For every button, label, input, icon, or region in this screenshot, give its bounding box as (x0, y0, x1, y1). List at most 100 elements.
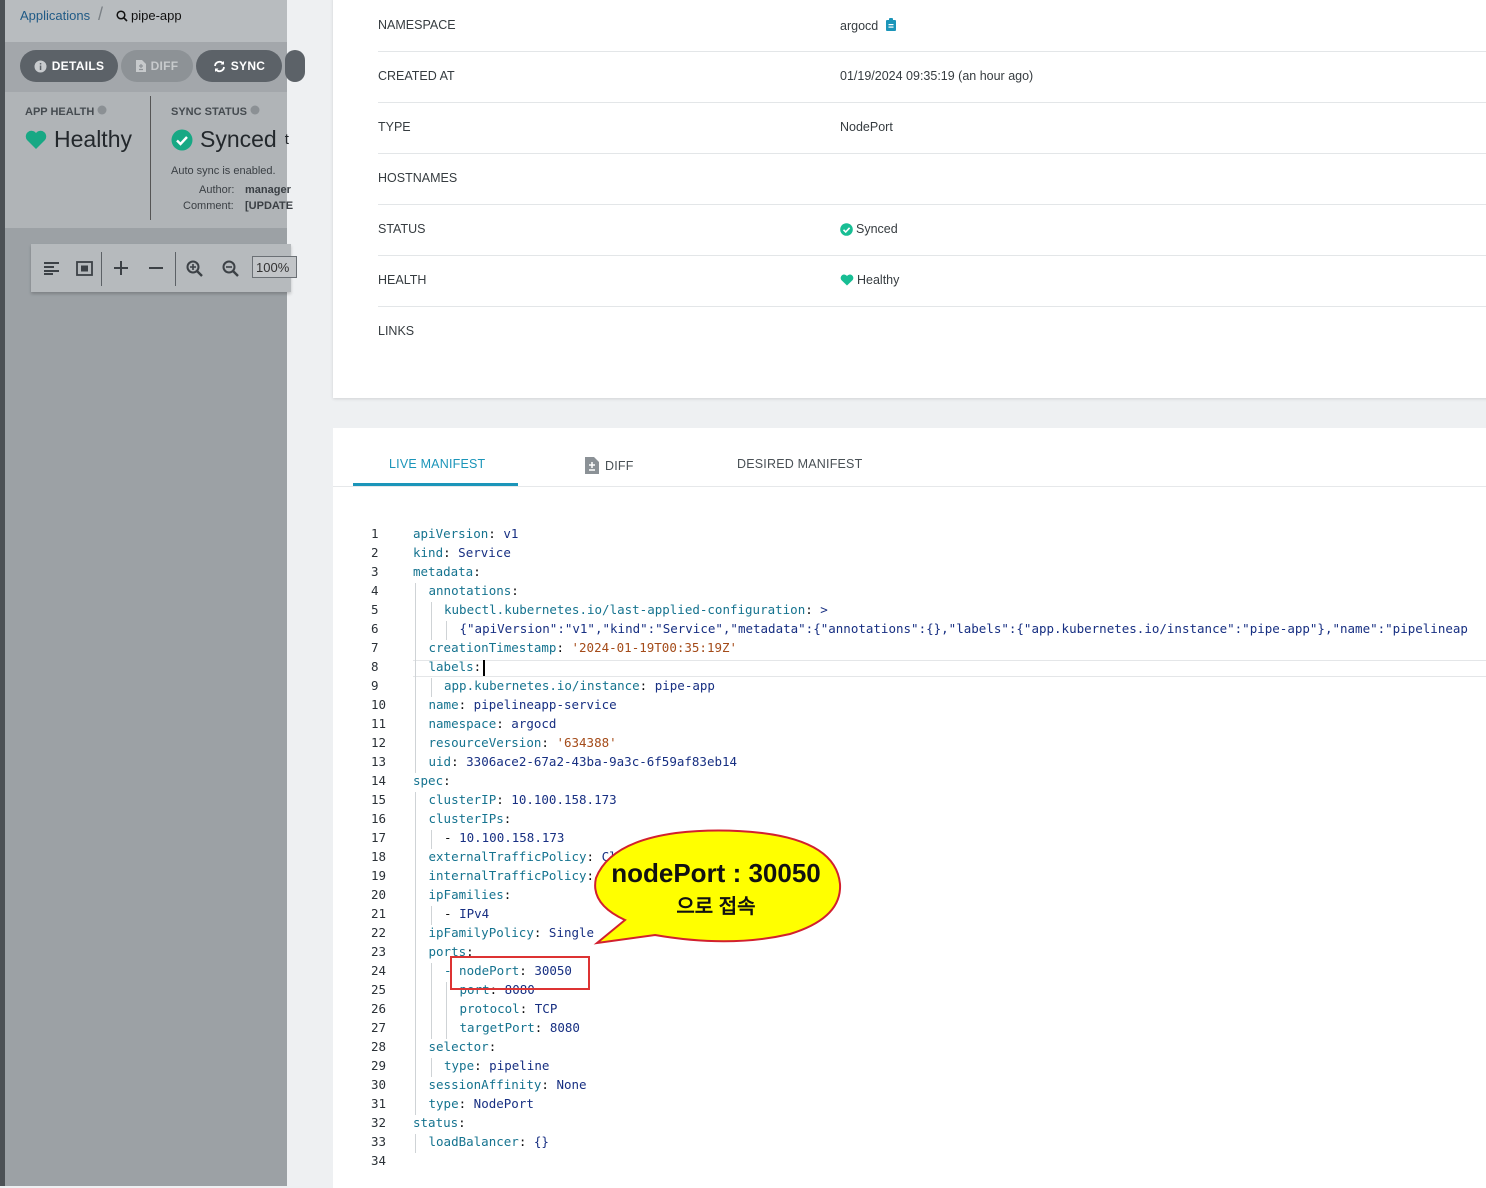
indent-guide (415, 1077, 416, 1096)
tab-live-manifest[interactable]: LIVE MANIFEST (389, 457, 485, 471)
minus-icon[interactable] (146, 258, 166, 278)
info-icon (34, 60, 47, 72)
code-text: sessionAffinity: None (428, 1077, 587, 1092)
indent-guide (430, 906, 432, 925)
yaml-key: clusterIPs (428, 811, 504, 826)
line-number: 10 (371, 697, 387, 712)
line-number: 17 (371, 830, 387, 845)
breadcrumb-applications[interactable]: Applications (20, 8, 90, 23)
line-number: 8 (371, 659, 379, 674)
callout-title: nodePort : 30050 (611, 858, 821, 888)
manifest-card: LIVE MANIFEST DIFF DESIRED MANIFEST 1 api… (333, 428, 1486, 1188)
yaml-value: TCP (534, 1001, 558, 1016)
indent-guide (415, 678, 416, 697)
yaml-key: protocol (459, 1001, 520, 1016)
details-button[interactable]: DETAILS (20, 50, 118, 82)
indent-guide (415, 830, 416, 849)
more-button[interactable] (285, 50, 305, 82)
indent-guide (430, 1020, 432, 1039)
yaml-value: None (556, 1077, 587, 1092)
line-number: 9 (371, 678, 379, 693)
yaml-value: '2024-01-19T00:35:19Z' (571, 640, 738, 655)
check-circle-icon (840, 222, 853, 236)
code-text: protocol: TCP (459, 1001, 558, 1016)
sync-icon (213, 60, 225, 72)
code-line: 34 (333, 1153, 1486, 1172)
line-number: 3 (371, 564, 379, 579)
code-line: 7 creationTimestamp: '2024-01-19T00:35:19… (333, 640, 1486, 659)
summary-key: LINKS (378, 324, 415, 338)
indent-guide (415, 906, 416, 925)
indent-guide (415, 887, 416, 906)
code-line: 21 - IPv4 (333, 906, 1486, 925)
sync-button[interactable]: SYNC (196, 50, 282, 82)
code-text: {"apiVersion":"v1","kind":"Service","met… (460, 621, 1468, 636)
code-text: type: pipeline (444, 1058, 550, 1073)
breadcrumb-app[interactable]: pipe-app (116, 8, 182, 23)
line-number: 33 (371, 1134, 387, 1149)
code-text: - IPv4 (444, 906, 489, 921)
code-text: kind: Service (413, 545, 511, 560)
line-number: 7 (371, 640, 379, 655)
code-line: 10 name: pipelineapp-service (333, 697, 1486, 716)
indent-guide (415, 735, 416, 754)
diff-button[interactable]: DIFF (121, 50, 193, 82)
code-text: name: pipelineapp-service (428, 697, 617, 712)
summary-value-text: Synced (856, 222, 898, 236)
yaml-key: name (428, 697, 459, 712)
zoom-in-icon[interactable] (184, 258, 204, 278)
yaml-value: > (820, 602, 828, 617)
code-line: 8 labels: (333, 659, 1486, 678)
yaml-key: metadata (413, 564, 474, 579)
summary-key: CREATED AT (378, 69, 455, 83)
yaml-key: targetPort (459, 1020, 535, 1035)
yaml-key: status (413, 1115, 459, 1130)
code-line: 9 app.kubernetes.io/instance: pipe-app (333, 678, 1486, 697)
yaml-key: labels (428, 659, 474, 674)
top-bar: Applications / pipe-app (5, 0, 287, 42)
line-number: 15 (371, 792, 387, 807)
indent-guide (415, 944, 416, 963)
indent-guide (430, 830, 432, 849)
yaml-value: NodePort (473, 1096, 534, 1111)
fit-screen-icon[interactable] (74, 258, 94, 278)
line-number: 14 (371, 773, 387, 788)
code-text: clusterIP: 10.100.158.173 (428, 792, 617, 807)
indent-guide (415, 583, 416, 602)
summary-value-text: 01/19/2024 09:35:19 (an hour ago) (840, 69, 1034, 83)
yaml-key: clusterIP (428, 792, 497, 807)
line-number: 29 (371, 1058, 387, 1073)
tab-diff[interactable]: DIFF (585, 457, 634, 474)
zoom-out-icon[interactable] (220, 258, 240, 278)
line-number: 22 (371, 925, 387, 940)
file-diff-icon (135, 60, 146, 72)
clipboard-icon[interactable] (886, 18, 899, 34)
file-diff-icon (585, 457, 599, 474)
manifest-tabs: LIVE MANIFEST DIFF DESIRED MANIFEST (333, 428, 1486, 487)
plus-icon[interactable] (111, 258, 131, 278)
tab-desired-manifest[interactable]: DESIRED MANIFEST (737, 457, 862, 471)
yaml-key: app.kubernetes.io/instance (444, 678, 640, 693)
line-number: 28 (371, 1039, 387, 1054)
line-number: 21 (371, 906, 387, 921)
code-text: uid: 3306ace2-67a2-43ba-9a3c-6f59af83eb1… (428, 754, 738, 769)
indent-guide (415, 1134, 416, 1153)
line-number: 4 (371, 583, 379, 598)
code-text: clusterIPs: (428, 811, 519, 826)
summary-value-text: Healthy (857, 273, 900, 287)
yaml-key: internalTrafficPolicy (428, 868, 587, 883)
yaml-value: 3306ace2-67a2-43ba-9a3c-6f59af83eb14 (466, 754, 738, 769)
tab-diff-label: DIFF (605, 458, 634, 473)
line-number: 32 (371, 1115, 387, 1130)
code-text: metadata: (413, 564, 489, 579)
yaml-value: IPv4 (459, 906, 490, 921)
active-tab-indicator (353, 483, 518, 486)
app-sidebar-overlay: Applications / pipe-app DETAILS DIFF SYN… (0, 0, 305, 1186)
yaml-key: creationTimestamp (428, 640, 557, 655)
code-line: 2 kind: Service (333, 545, 1486, 564)
line-number: 13 (371, 754, 387, 769)
yaml-key: namespace (428, 716, 497, 731)
align-left-icon[interactable] (41, 258, 61, 278)
zoom-level-input[interactable]: 100% (252, 256, 297, 278)
indent-guide (415, 982, 416, 1001)
